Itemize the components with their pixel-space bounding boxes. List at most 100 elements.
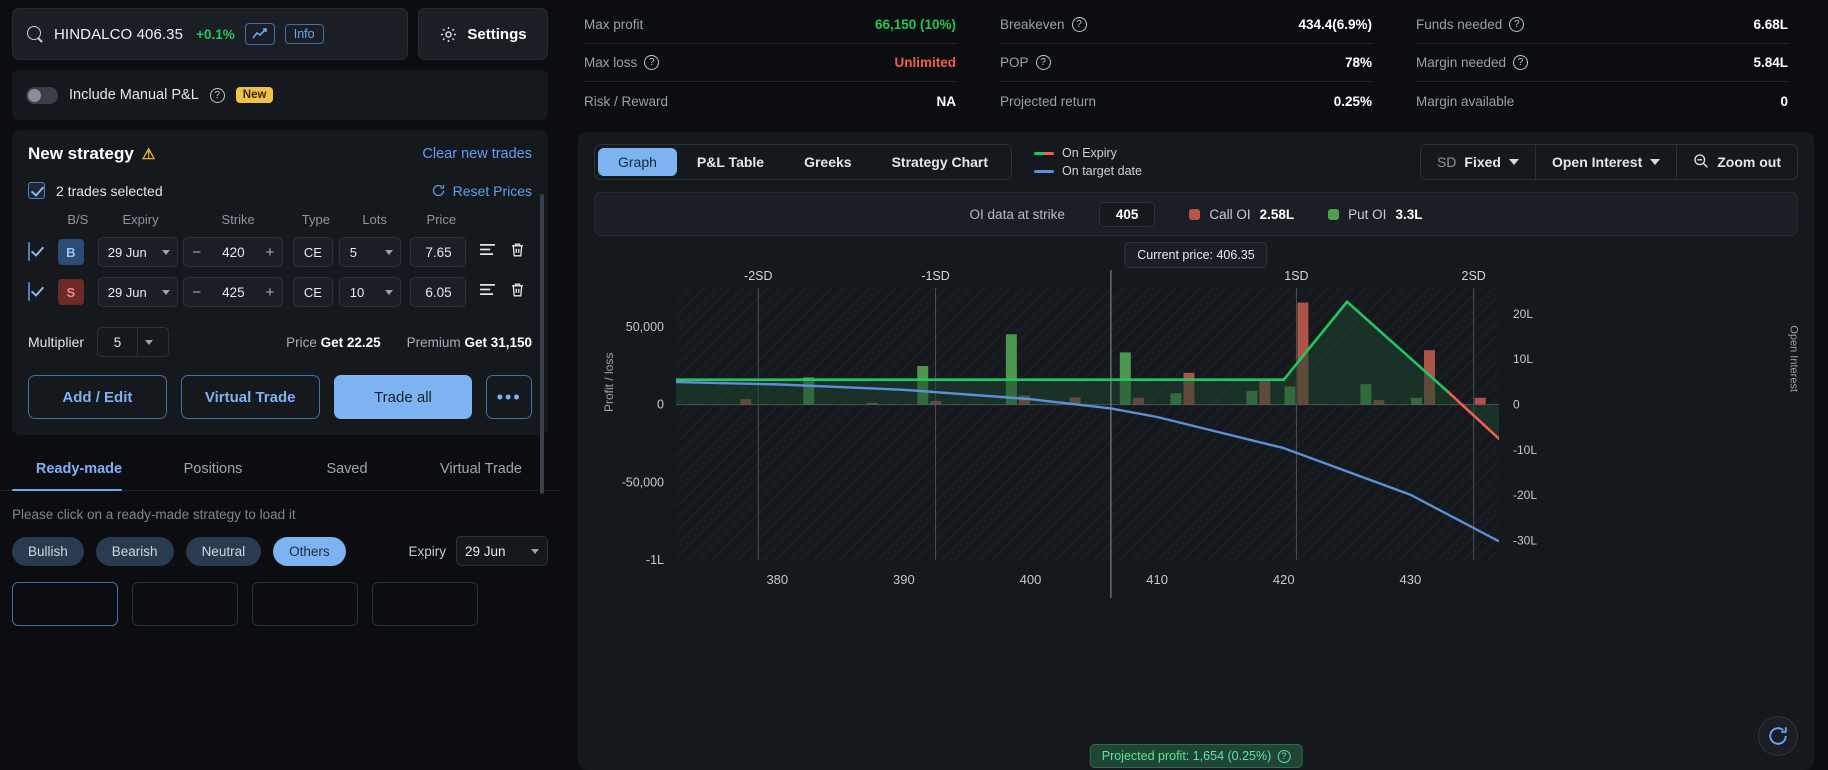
list-menu-icon[interactable] — [479, 283, 496, 301]
stat-label-group: Margin needed ? — [1416, 55, 1529, 70]
symbol-search-box[interactable]: HINDALCO 406.35 +0.1% Info — [12, 8, 408, 60]
sd-prefix: SD — [1436, 154, 1457, 170]
strategy-card-2[interactable] — [132, 582, 238, 626]
tab-virtual-trade[interactable]: Virtual Trade — [414, 447, 548, 490]
column-bs: B/S — [67, 212, 89, 227]
zoom-out-label: Zoom out — [1717, 154, 1781, 170]
help-icon[interactable]: ? — [1277, 749, 1291, 763]
price-total-value: Get 22.25 — [320, 334, 381, 350]
stats-column-3: Funds needed ? 6.68L Margin needed ? 5.8… — [1394, 6, 1810, 120]
lots-select[interactable]: 5 — [338, 237, 401, 267]
strike-decrement-button[interactable]: − — [192, 244, 201, 261]
price-input[interactable]: 7.65 — [410, 237, 467, 267]
buy-sell-toggle[interactable]: S — [57, 279, 84, 305]
strike-stepper[interactable]: − 420 + — [183, 237, 284, 267]
chart-legend: On Expiry On target date — [1034, 146, 1142, 178]
lots-select[interactable]: 10 — [338, 277, 401, 307]
strike-stepper[interactable]: − 425 + — [183, 277, 284, 307]
stat-value: Unlimited — [894, 55, 956, 70]
option-type-button[interactable]: CE — [292, 277, 333, 307]
tab-greeks[interactable]: Greeks — [784, 148, 871, 176]
svg-text:390: 390 — [893, 572, 915, 587]
select-all-group[interactable]: 2 trades selected — [28, 182, 163, 199]
row-bs-cell: S — [57, 279, 98, 305]
help-icon[interactable]: ? — [1071, 17, 1087, 32]
multiplier-select[interactable]: 5 — [97, 327, 170, 357]
ready-made-hint: Please click on a ready-made strategy to… — [12, 507, 296, 522]
help-icon[interactable]: ? — [644, 55, 660, 70]
help-icon[interactable]: ? — [1035, 55, 1051, 70]
virtual-trade-button[interactable]: Virtual Trade — [180, 375, 320, 419]
help-icon[interactable]: ? — [1509, 17, 1525, 32]
tab-saved[interactable]: Saved — [280, 447, 414, 490]
zoom-out-icon — [1693, 153, 1709, 172]
legend-label: On Expiry — [1062, 146, 1117, 160]
select-all-checkbox[interactable] — [28, 182, 45, 199]
price-input[interactable]: 6.05 — [410, 277, 467, 307]
line-chart-icon[interactable] — [244, 23, 275, 45]
open-interest-select[interactable]: Open Interest — [1536, 145, 1676, 179]
price-total: Price Get 22.25 — [286, 335, 381, 350]
help-icon[interactable]: ? — [1513, 55, 1529, 70]
trade-table-header: B/S Expiry Strike Type Lots Price — [28, 212, 532, 227]
trade-all-button[interactable]: Trade all — [333, 375, 473, 419]
strategy-card-1[interactable] — [12, 582, 118, 626]
chip-bullish[interactable]: Bullish — [12, 536, 84, 566]
strategy-card-3[interactable] — [252, 582, 358, 626]
symbol-change: +0.1% — [196, 26, 235, 42]
info-button[interactable]: Info — [284, 23, 324, 45]
expiry-select[interactable]: 29 Jun — [97, 237, 178, 267]
chip-others[interactable]: Others — [273, 536, 346, 566]
add-edit-button[interactable]: Add / Edit — [28, 375, 167, 419]
strategy-card-4[interactable] — [372, 582, 478, 626]
expiry-select[interactable]: 29 Jun — [97, 277, 178, 307]
strike-increment-button[interactable]: + — [266, 284, 275, 301]
tab-graph[interactable]: Graph — [598, 148, 677, 176]
strategy-header: New strategy ⚠ Clear new trades — [28, 144, 532, 164]
refresh-button[interactable] — [1758, 716, 1798, 756]
payoff-chart[interactable]: Current price: 406.35 Projected profit: … — [594, 242, 1800, 770]
payoff-svg: -2SD -1SD 1SD 2SD 50,000 0 -50,000 -1L 20L 10L 0 -1… — [622, 269, 1537, 598]
chip-bearish[interactable]: Bearish — [95, 536, 174, 566]
chip-neutral[interactable]: Neutral — [185, 536, 262, 566]
tab-ready-made[interactable]: Ready-made — [12, 447, 146, 491]
chart-toolbar: Graph P&L Table Greeks Strategy Chart On… — [594, 144, 1798, 180]
zoom-out-button[interactable]: Zoom out — [1677, 145, 1797, 179]
row-strike-cell: − 420 + — [183, 237, 293, 267]
manual-pnl-toggle[interactable] — [26, 86, 58, 104]
settings-button[interactable]: Settings — [418, 8, 548, 60]
column-lots: Lots — [362, 212, 387, 227]
settings-label: Settings — [467, 25, 527, 43]
stat-projected-return: Projected return 0.25% — [1000, 82, 1372, 120]
row-checkbox[interactable] — [28, 242, 30, 261]
option-type-button[interactable]: CE — [292, 237, 333, 267]
reset-prices-button[interactable]: Reset Prices — [431, 183, 532, 199]
expiry-filter-select[interactable]: 29 Jun — [456, 536, 548, 566]
stat-label: Projected return — [1000, 93, 1097, 109]
row-checkbox[interactable] — [28, 282, 30, 301]
more-options-button[interactable]: ••• — [486, 375, 532, 419]
oi-strike-input[interactable]: 405 — [1098, 201, 1156, 227]
list-menu-icon[interactable] — [479, 243, 496, 261]
call-oi-label: Call OI — [1209, 206, 1251, 222]
include-manual-pnl-row[interactable]: Include Manual P&L ? New — [12, 70, 548, 120]
sd-mode-select[interactable]: SD Fixed — [1421, 145, 1535, 179]
tab-positions[interactable]: Positions — [146, 447, 280, 490]
bottom-tabs: Ready-made Positions Saved Virtual Trade — [0, 447, 560, 491]
tab-strategy-chart[interactable]: Strategy Chart — [872, 148, 1008, 176]
tab-pl-table[interactable]: P&L Table — [677, 148, 784, 176]
put-oi-value: 3.3L — [1395, 206, 1423, 222]
strike-increment-button[interactable]: + — [266, 244, 275, 261]
help-icon[interactable]: ? — [209, 87, 225, 103]
search-row: HINDALCO 406.35 +0.1% Info Settings — [0, 0, 560, 66]
gear-icon — [439, 25, 458, 44]
warning-triangle-icon: ⚠ — [141, 146, 156, 163]
delete-icon[interactable] — [510, 282, 525, 303]
clear-new-trades-button[interactable]: Clear new trades — [422, 146, 532, 162]
search-icon — [27, 25, 44, 43]
stat-label: Margin needed — [1416, 55, 1507, 70]
delete-icon[interactable] — [510, 242, 525, 263]
buy-sell-toggle[interactable]: B — [57, 239, 84, 265]
table-row: S 29 Jun − 425 + CE 10 6.05 — [28, 277, 532, 307]
strike-decrement-button[interactable]: − — [192, 284, 201, 301]
